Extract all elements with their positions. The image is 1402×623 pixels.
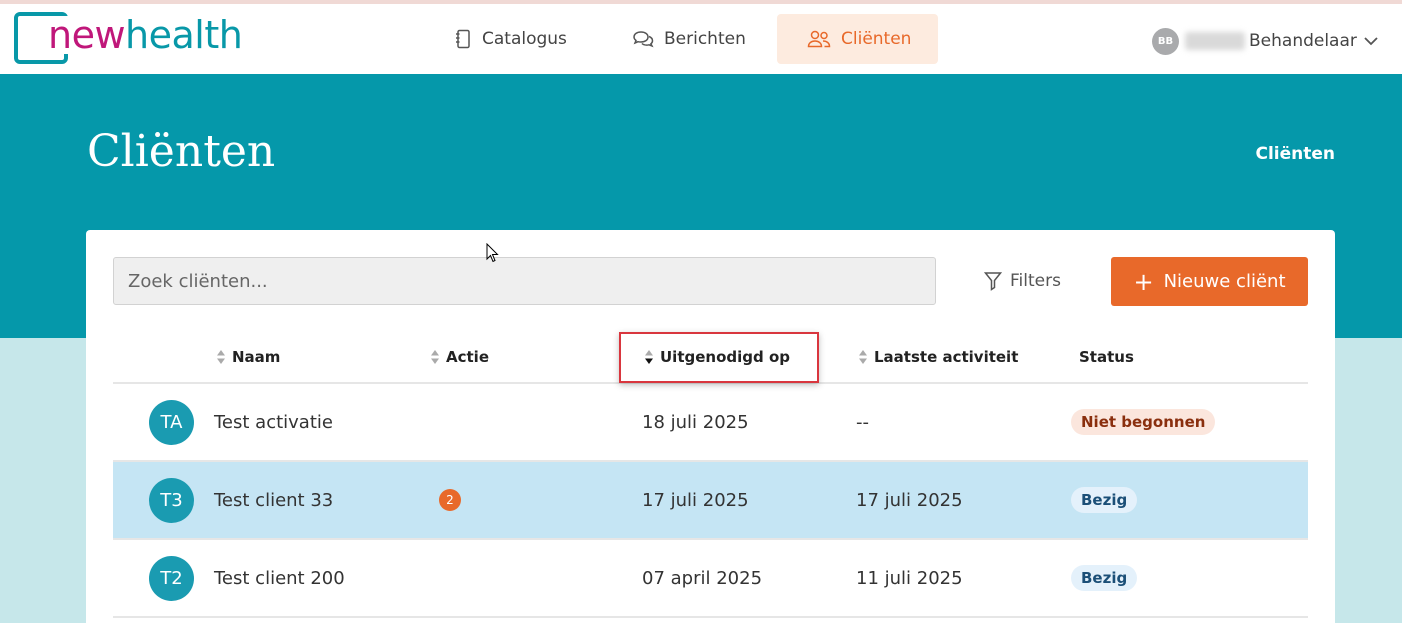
newhealth-logo[interactable]: newhealth [14, 12, 245, 68]
table-row[interactable]: TA Test activatie 18 juli 2025 -- Niet b… [113, 384, 1308, 462]
column-header-actie[interactable]: Actie [430, 330, 489, 384]
table-row[interactable]: T2 Test client 200 07 april 2025 11 juli… [113, 540, 1308, 618]
table-header: Naam Actie Uitgenodigd op Laatste activi… [113, 330, 1308, 384]
last-activity: 17 juli 2025 [856, 489, 963, 511]
client-name: Test client 33 [214, 489, 334, 511]
notebook-icon [454, 29, 472, 49]
filters-button[interactable]: Filters [984, 257, 1061, 305]
blurred-user-name [1185, 32, 1245, 50]
top-navigation-bar: newhealth Catalogus Berichten Cliënten B… [0, 4, 1402, 74]
nav-label: Cliënten [841, 29, 912, 49]
breadcrumb[interactable]: Cliënten [1255, 144, 1335, 164]
status-cell: Niet begonnen [1071, 384, 1216, 460]
clients-card: Filters + Nieuwe cliënt Naam Actie Uitge… [86, 230, 1335, 623]
chevron-down-icon [1363, 36, 1379, 46]
client-avatar: T2 [149, 556, 194, 601]
status-badge: Bezig [1071, 565, 1138, 591]
logo-wordmark: newhealth [48, 13, 245, 57]
client-avatar: T3 [149, 478, 194, 523]
search-input[interactable] [113, 257, 936, 305]
new-client-button[interactable]: + Nieuwe cliënt [1111, 257, 1308, 306]
column-label: Uitgenodigd op [660, 348, 791, 366]
user-menu[interactable]: BB Behandelaar [1152, 26, 1379, 56]
sort-icon [216, 349, 226, 365]
user-avatar: BB [1152, 27, 1179, 55]
nav-label: Catalogus [482, 29, 567, 49]
column-label: Actie [446, 348, 489, 366]
mouse-cursor-icon [486, 242, 500, 268]
user-role: Behandelaar [1249, 31, 1357, 51]
status-badge: Niet begonnen [1071, 409, 1216, 435]
column-label: Status [1079, 348, 1134, 366]
invited-date: 17 juli 2025 [642, 489, 749, 511]
nav-label: Berichten [664, 29, 746, 49]
plus-icon: + [1133, 267, 1154, 296]
action-count-badge[interactable]: 2 [439, 489, 461, 511]
column-header-status: Status [1079, 330, 1134, 384]
invited-date: 18 juli 2025 [642, 411, 749, 433]
action-cell: 2 [439, 462, 461, 538]
status-badge: Bezig [1071, 487, 1138, 513]
nav-item-clienten[interactable]: Cliënten [777, 14, 938, 64]
table-row[interactable]: T3 Test client 33 2 17 juli 2025 17 juli… [113, 462, 1308, 540]
sort-icon [430, 349, 440, 365]
column-header-laatste-activiteit[interactable]: Laatste activiteit [858, 330, 1018, 384]
nav-item-berichten[interactable]: Berichten [620, 14, 770, 64]
sort-descending-icon [644, 349, 654, 365]
logo-text-health: health [125, 13, 243, 57]
logo-text-new: new [48, 13, 126, 57]
invited-date: 07 april 2025 [642, 567, 763, 589]
funnel-icon [984, 271, 1002, 291]
new-client-label: Nieuwe cliënt [1163, 271, 1286, 292]
nav-item-catalogus[interactable]: Catalogus [440, 14, 590, 64]
column-header-uitgenodigd-op[interactable]: Uitgenodigd op [644, 330, 790, 384]
last-activity: 11 juli 2025 [856, 567, 963, 589]
client-name: Test client 200 [214, 567, 345, 589]
page-title: Cliënten [87, 126, 276, 177]
users-icon [807, 30, 831, 48]
status-cell: Bezig [1071, 462, 1138, 538]
column-header-naam[interactable]: Naam [216, 330, 280, 384]
last-activity: -- [856, 411, 869, 433]
status-cell: Bezig [1071, 540, 1138, 616]
client-name: Test activatie [214, 411, 333, 433]
sort-icon [858, 349, 868, 365]
client-avatar: TA [149, 400, 194, 445]
column-label: Naam [232, 348, 281, 366]
column-label: Laatste activiteit [874, 348, 1019, 366]
filters-label: Filters [1010, 271, 1061, 291]
chat-bubbles-icon [632, 30, 654, 48]
